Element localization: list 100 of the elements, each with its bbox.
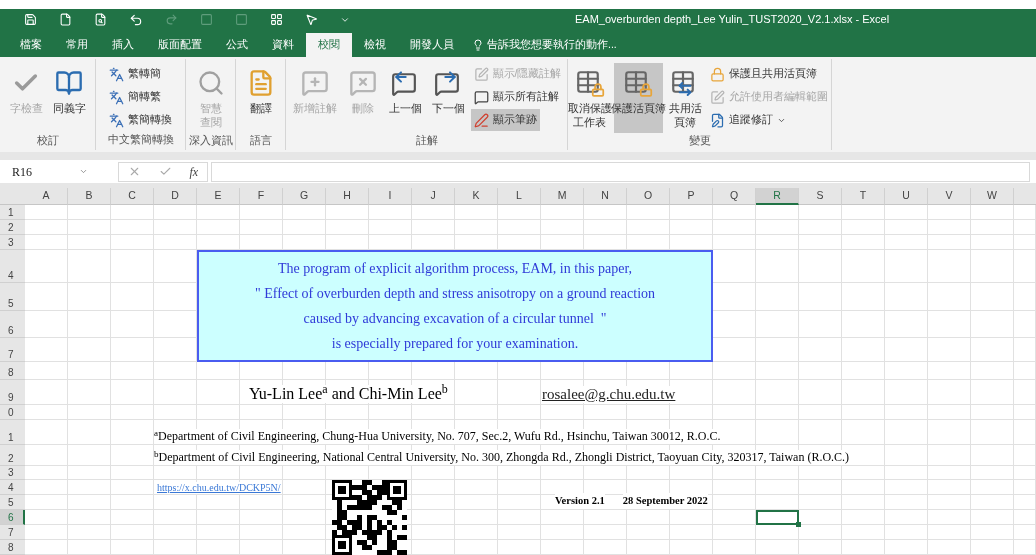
ribbon-tab[interactable]: 公式 (214, 33, 260, 57)
frame-icon[interactable] (200, 13, 213, 26)
save-icon[interactable] (24, 13, 37, 26)
column-header[interactable]: I (369, 188, 412, 205)
sheet-lock-icon (623, 69, 654, 97)
column-header[interactable]: P (670, 188, 713, 205)
group-label: 語言 (248, 133, 273, 148)
insert-function-button[interactable]: fx (189, 162, 199, 181)
column-header[interactable]: Q (713, 188, 756, 205)
redo-icon[interactable] (165, 13, 178, 26)
row-header[interactable]: 8 (0, 540, 25, 555)
row-header[interactable]: 2 (0, 445, 25, 466)
column-header[interactable]: F (240, 188, 283, 205)
search-icon (196, 69, 225, 97)
lock-icon (710, 66, 725, 82)
print-preview-icon[interactable] (94, 13, 107, 26)
ribbon-button[interactable]: 取消保護工作表 (568, 63, 612, 133)
new-file-icon[interactable] (59, 13, 72, 26)
document-pen-icon (710, 112, 725, 128)
lightbulb-icon (472, 39, 484, 51)
affiliation-text: $^{b}$Department of Civil Engineering, National Central University, No. 300, Zhongda Rd., Zhongli District, Taoyuan City, 320317, Taiwan (R.O.C.) (154, 450, 850, 465)
notice-text: " Effect of overburden depth and stress anisotropy on a ground reaction (254, 285, 656, 303)
column-header[interactable]: D (154, 188, 197, 205)
row-header[interactable]: 6 (0, 510, 25, 525)
group-label: 深入資訊 (187, 133, 234, 148)
frame-icon[interactable] (235, 13, 248, 26)
column-header[interactable]: C (111, 188, 154, 205)
row-header[interactable]: 8 (0, 362, 25, 380)
active-cell[interactable] (756, 510, 799, 525)
column-header[interactable]: W (971, 188, 1014, 205)
form-icon[interactable] (270, 13, 283, 26)
ribbon-button[interactable]: 下一個 (427, 63, 469, 133)
row-header[interactable]: 0 (0, 405, 25, 420)
ribbon-button[interactable]: 翻譯 (240, 63, 281, 133)
row-header[interactable]: 7 (0, 525, 25, 540)
column-header[interactable]: J (412, 188, 455, 205)
ribbon-button[interactable]: 共用活頁簿 (665, 63, 705, 133)
column-header[interactable]: A (25, 188, 68, 205)
row-header[interactable]: 4 (0, 480, 25, 495)
ribbon-button[interactable]: 保護且共用活頁簿 (707, 63, 820, 85)
column-header[interactable]: N (584, 188, 627, 205)
row-header[interactable]: 5 (0, 283, 25, 311)
email-link[interactable]: rosalee@g.chu.edu.tw (542, 386, 676, 403)
column-header[interactable]: O (627, 188, 670, 205)
ribbon-button[interactable]: 顯示筆跡 (470, 109, 540, 131)
notice-text: caused by advancing excavation of a circular tunnel " (303, 310, 607, 328)
column-header[interactable]: U (885, 188, 928, 205)
column-header[interactable]: S (799, 188, 842, 205)
ribbon-tab[interactable]: 資料 (260, 33, 306, 57)
group-label: 校訂 (35, 133, 60, 148)
ribbon-button[interactable]: 顯示所有註解 (470, 86, 562, 108)
ribbon-tab[interactable]: 檔案 (8, 33, 54, 57)
row-header[interactable]: 2 (0, 220, 25, 235)
row-header[interactable]: 5 (0, 495, 25, 510)
translate-characters-icon (109, 66, 124, 82)
fill-handle[interactable] (796, 522, 801, 527)
column-header[interactable]: H (326, 188, 369, 205)
row-header[interactable]: 1 (0, 420, 25, 445)
ribbon-button[interactable]: 追蹤修訂 (707, 109, 789, 131)
column-header[interactable]: L (498, 188, 541, 205)
ribbon-button[interactable]: 簡轉繁 (106, 86, 164, 108)
row-header[interactable]: 3 (0, 466, 25, 480)
url-link[interactable]: https://x.chu.edu.tw/DCKP5N/ (157, 481, 281, 494)
date-text: 28 September 2022 (622, 493, 708, 509)
column-header[interactable]: K (455, 188, 498, 205)
undo-icon[interactable] (129, 12, 143, 27)
ribbon-tab[interactable]: 常用 (54, 33, 100, 57)
row-header[interactable]: 3 (0, 235, 25, 250)
ribbon-tab[interactable]: 插入 (100, 33, 146, 57)
column-header[interactable]: M (541, 188, 584, 205)
row-header[interactable]: 9 (0, 380, 25, 405)
ribbon-button[interactable]: 同義字 (48, 63, 90, 133)
column-header[interactable]: T (842, 188, 885, 205)
formula-input[interactable] (211, 161, 1030, 182)
ribbon-tab[interactable]: 檢視 (352, 33, 398, 57)
comment-x-icon (348, 69, 377, 97)
version-text: Version 2.1 (555, 493, 605, 509)
ribbon-button[interactable]: 上一個 (384, 63, 426, 133)
column-header[interactable]: G (283, 188, 326, 205)
row-header[interactable]: 1 (0, 205, 25, 220)
row-header[interactable]: 4 (0, 250, 25, 283)
column-header[interactable]: R (756, 188, 799, 205)
sheet-lock-icon (574, 69, 605, 97)
column-header[interactable]: V (928, 188, 971, 205)
ribbon-tab[interactable]: 版面配置 (146, 33, 214, 57)
authors-text: Yu-Lin Lee$^{a}$ and Chi-Min Lee$^{b}$ (249, 385, 448, 403)
tell-me-field[interactable]: 告訴我您想要執行的動作... (472, 33, 617, 57)
column-header[interactable]: E (197, 188, 240, 205)
affiliation-text: $^{a}$Department of Civil Engineering, Chung-Hua University, No. 707, Sec.2, Wufu Rd., Hsinchu, Taiwan 30012, R.O.C. (154, 429, 721, 444)
row-header[interactable]: 7 (0, 338, 25, 362)
window-title: EAM_overburden depth_Lee Yulin_TUST2020_V2.1.xlsx - Excel (575, 12, 890, 28)
ribbon-tab[interactable]: 開發人員 (398, 33, 466, 57)
pointer-icon[interactable] (305, 13, 318, 26)
name-box[interactable]: R16 (12, 161, 92, 182)
ribbon-button[interactable]: 繁簡轉換 (106, 109, 175, 131)
confirm-icon[interactable] (158, 165, 172, 178)
column-header[interactable]: B (68, 188, 111, 205)
ribbon-button[interactable]: 繁轉簡 (106, 63, 164, 85)
row-header[interactable]: 6 (0, 311, 25, 338)
ribbon-tab[interactable]: 校閱 (306, 33, 352, 57)
